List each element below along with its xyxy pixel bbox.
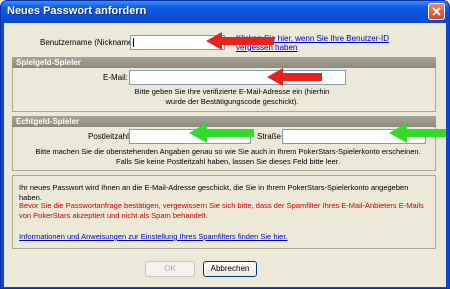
red-arrow-username — [206, 32, 274, 50]
title-bar[interactable]: Neues Passwort anfordern — [1, 1, 449, 23]
info-text: Ihr neues Passwort wird Ihnen an die E-M… — [19, 183, 409, 202]
zip-label: Postleitzahl: — [88, 132, 132, 141]
green-arrow-zip — [189, 123, 254, 143]
street-label: Straße: — [257, 132, 284, 141]
cancel-button[interactable]: Abbrechen — [203, 261, 257, 277]
play-money-header: Spielgeld-Spieler — [12, 57, 436, 68]
username-label: Benutzername (Nickname): — [40, 38, 138, 47]
ok-button[interactable]: OK — [145, 261, 195, 277]
close-icon — [432, 7, 441, 16]
email-label: E-Mail: — [103, 73, 128, 82]
text-caret — [133, 38, 134, 47]
dialog-content: Benutzername (Nickname): Klicken Sie hie… — [4, 23, 446, 287]
close-button[interactable] — [428, 3, 445, 20]
info-box: Ihr neues Passwort wird Ihnen an die E-M… — [12, 175, 436, 249]
real-money-help-text: Bitte machen Sie die obenstehenden Angab… — [35, 147, 421, 166]
window-title: Neues Passwort anfordern — [7, 5, 147, 17]
email-help-text: Bitte geben Sie Ihre verifizierte E-Mail… — [134, 87, 330, 106]
spam-warning-text: Bevor Sie die Passwortanfrage bestätigen… — [19, 201, 424, 220]
red-arrow-email — [267, 68, 322, 86]
spam-filter-link[interactable]: Informationen und Anweisungen zur Einste… — [19, 232, 288, 241]
green-arrow-street — [389, 123, 446, 143]
dialog-window: Neues Passwort anfordern Benutzername (N… — [0, 0, 450, 289]
